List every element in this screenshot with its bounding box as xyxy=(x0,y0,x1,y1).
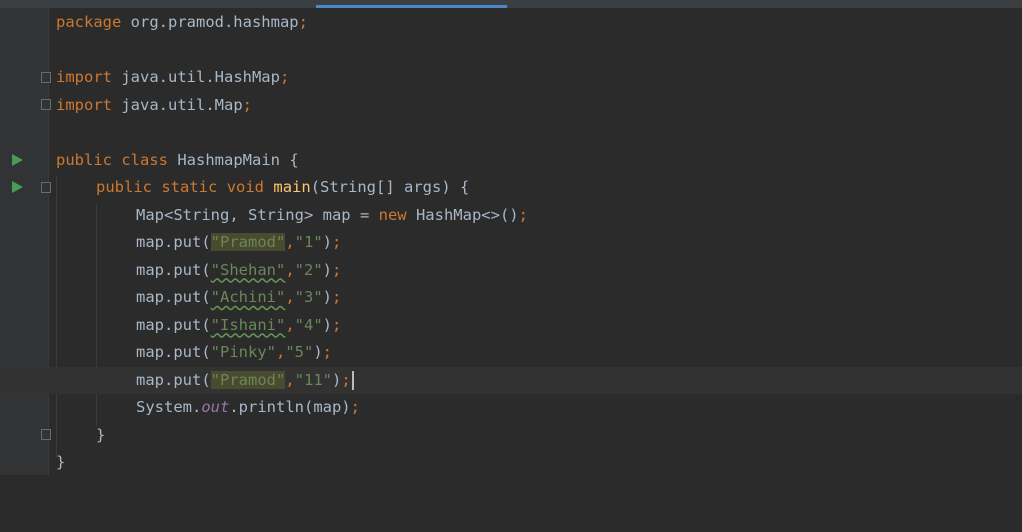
declaration: Map<String, String> map = xyxy=(136,205,379,224)
code-line-import-hashmap: import java.util.HashMap; xyxy=(0,64,1022,92)
code-line-put-6: map.put("Pramod","11"); xyxy=(0,366,1022,394)
code-line-class-decl: public class HashmapMain { xyxy=(0,147,1022,175)
code-line-put-1: map.put("Pramod","1"); xyxy=(0,229,1022,257)
method-call: map.put( xyxy=(136,260,211,279)
code-line-main-decl: public static void main(String[] args) { xyxy=(0,174,1022,202)
string-literal: "2" xyxy=(294,260,323,279)
string-literal: "4" xyxy=(294,315,323,334)
active-tab-indicator[interactable] xyxy=(316,5,507,8)
string-literal: "11" xyxy=(294,370,332,389)
keyword: new xyxy=(378,205,407,224)
code-line-import-map: import java.util.Map; xyxy=(0,92,1022,120)
code-line-method-close: } xyxy=(0,422,1022,450)
string-literal: "Ishani" xyxy=(210,315,286,334)
keyword: package xyxy=(56,13,122,31)
paren: ) xyxy=(322,260,332,279)
semicolon: ; xyxy=(298,13,308,31)
editor-tab-strip xyxy=(0,0,1022,8)
import-name: java.util.Map xyxy=(112,95,243,114)
string-literal: "5" xyxy=(285,343,314,361)
string-literal: "Achini" xyxy=(210,288,286,306)
semicolon: ; xyxy=(350,398,360,416)
semicolon: ; xyxy=(332,233,342,251)
keyword: import xyxy=(56,95,112,114)
paren: ) xyxy=(322,233,332,251)
method-params: (String[] args) { xyxy=(310,178,470,196)
paren: ) xyxy=(322,315,332,334)
string-literal: "Pinky" xyxy=(210,343,276,361)
keyword: public xyxy=(96,178,152,196)
string-literal: "1" xyxy=(294,233,323,251)
semicolon: ; xyxy=(322,343,333,361)
keyword: class xyxy=(121,150,169,169)
method-call: map.put( xyxy=(136,370,211,389)
comma: , xyxy=(285,233,295,251)
method-call: .println(map) xyxy=(229,398,351,416)
paren: ) xyxy=(331,370,342,389)
code-line-put-2: map.put("Shehan","2"); xyxy=(0,257,1022,285)
keyword: void xyxy=(226,178,265,196)
closing-brace: } xyxy=(56,453,66,471)
semicolon: ; xyxy=(279,68,290,86)
keyword: static xyxy=(161,178,218,196)
comma: , xyxy=(285,370,295,389)
code-line-package: package org.pramod.hashmap; xyxy=(0,9,1022,37)
code-line-map-decl: Map<String, String> map = new HashMap<>(… xyxy=(0,202,1022,230)
closing-brace: } xyxy=(96,425,106,444)
method-call: map.put( xyxy=(136,233,211,251)
comma: , xyxy=(285,315,295,334)
keyword: import xyxy=(56,68,112,86)
comma: , xyxy=(285,260,295,279)
constructor: HashMap<>() xyxy=(406,205,519,224)
semicolon: ; xyxy=(332,315,342,334)
import-name: java.util.HashMap xyxy=(112,68,280,86)
code-line-put-4: map.put("Ishani","4"); xyxy=(0,312,1022,340)
text-caret xyxy=(351,370,354,390)
semicolon: ; xyxy=(332,260,342,279)
method-name: main xyxy=(273,178,311,196)
string-literal: "3" xyxy=(294,288,323,306)
paren: ) xyxy=(322,288,332,306)
class-name: HashmapMain { xyxy=(168,150,299,169)
package-name: org.pramod.hashmap xyxy=(121,13,299,31)
class-ref: System. xyxy=(136,398,202,416)
comma: , xyxy=(275,343,286,361)
semicolon: ; xyxy=(332,288,342,306)
paren: ) xyxy=(313,343,323,361)
static-field: out xyxy=(201,398,230,416)
code-line-println: System.out.println(map); xyxy=(0,394,1022,422)
string-literal: "Shehan" xyxy=(210,260,286,279)
string-literal: "Pramod" xyxy=(210,233,286,251)
method-call: map.put( xyxy=(136,315,211,334)
code-line-put-5: map.put("Pinky","5"); xyxy=(0,339,1022,367)
keyword: public xyxy=(56,150,112,169)
comma: , xyxy=(285,288,295,306)
code-line-class-close: } xyxy=(0,449,1022,477)
code-line-put-3: map.put("Achini","3"); xyxy=(0,284,1022,312)
semicolon: ; xyxy=(341,370,351,389)
semicolon: ; xyxy=(242,95,252,114)
method-call: map.put( xyxy=(136,288,211,306)
string-literal: "Pramod" xyxy=(210,370,286,389)
semicolon: ; xyxy=(518,205,528,224)
method-call: map.put( xyxy=(136,343,211,361)
